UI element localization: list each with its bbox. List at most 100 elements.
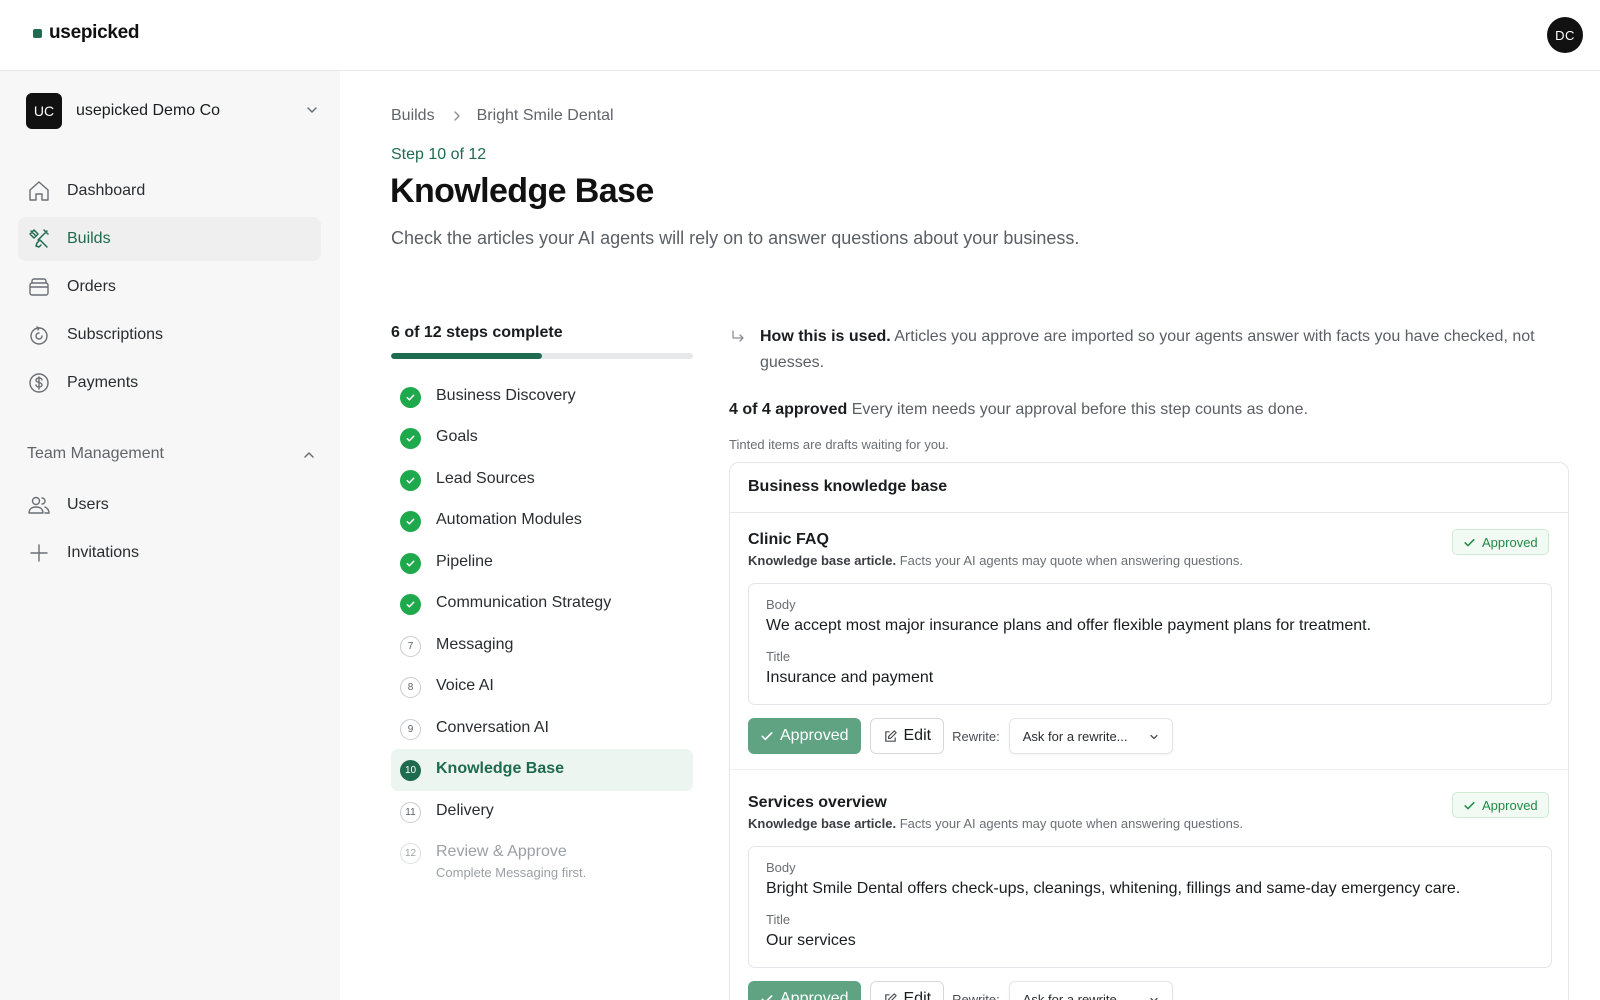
card-header: Business knowledge base bbox=[730, 463, 1568, 513]
knowledge-base-card: Business knowledge base Clinic FAQ Knowl… bbox=[729, 462, 1569, 1000]
divider bbox=[730, 769, 1568, 770]
breadcrumb-builds-link[interactable]: Builds bbox=[391, 107, 435, 125]
check-icon bbox=[761, 995, 773, 1000]
org-switcher[interactable]: UC usepicked Demo Co bbox=[26, 92, 326, 130]
step-item[interactable]: Automation Modules bbox=[391, 500, 693, 542]
step-label: Communication Strategy bbox=[436, 594, 612, 611]
step-item[interactable]: 9 Conversation AI bbox=[391, 708, 693, 750]
status-badge: Approved bbox=[1452, 792, 1549, 818]
sidebar-item-builds[interactable]: Builds bbox=[18, 217, 321, 261]
step-indicator: Step 10 of 12 bbox=[391, 146, 487, 163]
sidebar-item-label: Orders bbox=[67, 278, 116, 295]
approval-count: 4 of 4 approved bbox=[729, 401, 848, 418]
body-value: Bright Smile Dental offers check-ups, cl… bbox=[766, 880, 1461, 897]
step-note: Complete Messaging first. bbox=[436, 865, 587, 880]
logo-text: usepicked bbox=[49, 22, 140, 43]
step-item[interactable]: 7 Messaging bbox=[391, 625, 693, 667]
sidebar-item-payments[interactable]: Payments bbox=[18, 361, 321, 405]
step-item[interactable]: Lead Sources bbox=[391, 459, 693, 501]
step-item[interactable]: Business Discovery bbox=[391, 376, 693, 418]
step-label: Messaging bbox=[436, 636, 514, 653]
page-subtitle: Check the articles your AI agents will r… bbox=[391, 228, 1080, 248]
step-item[interactable]: 8 Voice AI bbox=[391, 666, 693, 708]
article-type: Knowledge base article. bbox=[748, 816, 897, 831]
sidebar: UC usepicked Demo Co Dashboard Builds Or… bbox=[0, 71, 340, 1000]
org-name: usepicked Demo Co bbox=[76, 102, 221, 119]
users-icon bbox=[27, 493, 51, 517]
article-subtitle: Knowledge base article. Facts your AI ag… bbox=[748, 816, 1243, 831]
step-item[interactable]: Communication Strategy bbox=[391, 583, 693, 625]
chevron-down-icon bbox=[1150, 997, 1158, 1000]
article-subtitle: Knowledge base article. Facts your AI ag… bbox=[748, 553, 1243, 568]
check-icon bbox=[400, 428, 421, 449]
edit-button[interactable]: Edit bbox=[869, 981, 945, 1000]
step-item-current[interactable]: 10 Knowledge Base bbox=[391, 749, 693, 791]
approval-text: Every item needs your approval before th… bbox=[851, 401, 1308, 418]
team-management-toggle[interactable]: Team Management bbox=[27, 445, 317, 463]
sidebar-item-label: Dashboard bbox=[67, 182, 146, 199]
step-number: 9 bbox=[400, 719, 421, 740]
check-icon bbox=[400, 470, 421, 491]
approved-button[interactable]: Approved bbox=[748, 718, 861, 754]
step-item[interactable]: 11 Delivery bbox=[391, 791, 693, 833]
sidebar-item-users[interactable]: Users bbox=[18, 483, 321, 527]
status-badge: Approved bbox=[1452, 529, 1549, 555]
step-number: 12 bbox=[400, 843, 421, 864]
step-item[interactable]: Pipeline bbox=[391, 542, 693, 584]
breadcrumb-current: Bright Smile Dental bbox=[476, 107, 614, 124]
article-hint: Facts your AI agents may quote when answ… bbox=[899, 816, 1243, 831]
check-icon bbox=[400, 387, 421, 408]
step-label: Knowledge Base bbox=[436, 760, 565, 777]
plus-icon bbox=[27, 541, 51, 565]
logo[interactable]: usepicked bbox=[33, 22, 140, 44]
body-label: Body bbox=[766, 860, 796, 875]
breadcrumb: Builds Bright Smile Dental bbox=[391, 107, 614, 125]
sidebar-item-orders[interactable]: Orders bbox=[18, 265, 321, 309]
step-number: 7 bbox=[400, 636, 421, 657]
sidebar-item-label: Users bbox=[67, 496, 109, 513]
step-number: 10 bbox=[400, 760, 421, 781]
step-label: Delivery bbox=[436, 802, 494, 819]
progress-fill bbox=[391, 353, 542, 359]
chevron-down-icon bbox=[307, 107, 317, 113]
box-icon bbox=[27, 275, 51, 299]
step-label: Voice AI bbox=[436, 677, 494, 694]
rewrite-label: Rewrite: bbox=[952, 991, 1000, 1000]
approved-button[interactable]: Approved bbox=[748, 981, 861, 1000]
usage-info: How this is used. Articles you approve a… bbox=[729, 324, 1569, 376]
sidebar-item-label: Payments bbox=[67, 374, 139, 391]
body-label: Body bbox=[766, 597, 796, 612]
step-item[interactable]: Goals bbox=[391, 417, 693, 459]
article-fields: Body Bright Smile Dental offers check-up… bbox=[748, 846, 1552, 968]
check-icon bbox=[761, 732, 773, 741]
corner-arrow-icon bbox=[732, 330, 744, 342]
rewrite-select-placeholder: Ask for a rewrite... bbox=[1022, 728, 1128, 744]
sidebar-item-label: Invitations bbox=[67, 544, 140, 561]
logo-mark-icon bbox=[33, 28, 42, 38]
rewrite-select[interactable]: Ask for a rewrite... bbox=[1008, 718, 1173, 754]
usage-info-title: How this is used. bbox=[760, 328, 891, 345]
sidebar-item-dashboard[interactable]: Dashboard bbox=[18, 169, 321, 213]
user-avatar[interactable]: DC bbox=[1547, 17, 1583, 53]
page-title: Knowledge Base bbox=[390, 172, 654, 210]
body-value: We accept most major insurance plans and… bbox=[766, 617, 1372, 634]
tint-note: Tinted items are drafts waiting for you. bbox=[729, 437, 949, 452]
dollar-icon bbox=[27, 371, 51, 395]
step-label: Pipeline bbox=[436, 553, 493, 570]
check-icon bbox=[1464, 801, 1475, 809]
rewrite-select[interactable]: Ask for a rewrite... bbox=[1008, 981, 1173, 1000]
step-number: 8 bbox=[400, 677, 421, 698]
rewrite-label: Rewrite: bbox=[952, 728, 1000, 744]
card-title: Business knowledge base bbox=[748, 478, 948, 495]
article-actions: Approved Edit Rewrite: Ask for a rewrite… bbox=[748, 718, 1173, 754]
sidebar-item-invitations[interactable]: Invitations bbox=[18, 531, 321, 575]
sidebar-item-subscriptions[interactable]: Subscriptions bbox=[18, 313, 321, 357]
step-label: Conversation AI bbox=[436, 719, 549, 736]
article-actions: Approved Edit Rewrite: Ask for a rewrite… bbox=[748, 981, 1173, 1000]
rewrite-select-placeholder: Ask for a rewrite... bbox=[1022, 991, 1128, 1000]
check-icon bbox=[1464, 538, 1475, 546]
approved-button-label: Approved bbox=[780, 727, 849, 744]
chevron-right-icon bbox=[453, 111, 460, 121]
article-title: Clinic FAQ bbox=[748, 531, 829, 548]
edit-button[interactable]: Edit bbox=[869, 718, 945, 754]
